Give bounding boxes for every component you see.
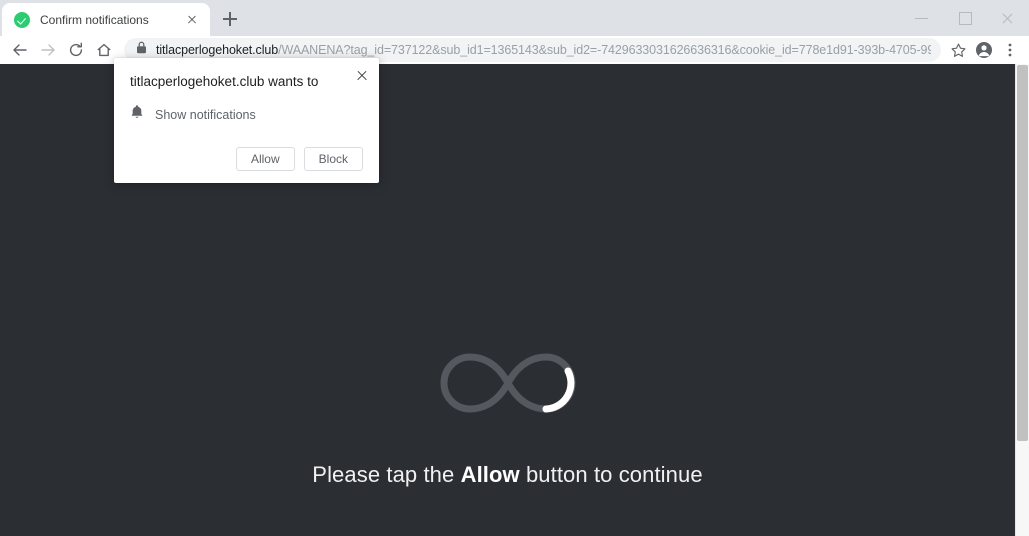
window-controls: [900, 0, 1029, 36]
forward-button[interactable]: [34, 36, 62, 64]
dialog-title: titlacperlogehoket.club wants to: [130, 74, 319, 89]
reload-icon: [69, 42, 83, 57]
toolbar-right-actions: [945, 37, 1023, 63]
close-icon[interactable]: [353, 66, 371, 84]
message-prefix: Please tap the: [312, 462, 461, 487]
maximize-window-button[interactable]: [943, 0, 986, 36]
url-path: /WAANENA?tag_id=737122&sub_id1=1365143&s…: [278, 43, 931, 57]
browser-window: Confirm notifications titlacperlogehoket…: [0, 0, 1029, 536]
close-window-button[interactable]: [986, 0, 1029, 36]
new-tab-button[interactable]: [216, 5, 244, 33]
tab-title: Confirm notifications: [40, 12, 149, 27]
back-arrow-icon: [13, 44, 27, 56]
allow-button[interactable]: Allow: [235, 147, 295, 172]
url-host: titlacperlogehoket.club: [156, 43, 279, 57]
close-tab-icon[interactable]: [182, 10, 202, 30]
url-text: titlacperlogehoket.club/WAANENA?tag_id=7…: [156, 43, 931, 57]
bookmark-star-icon[interactable]: [945, 37, 971, 63]
spinner-container: [0, 347, 1015, 424]
green-check-circle-icon: [14, 11, 30, 28]
bell-icon: [130, 104, 144, 125]
profile-avatar-icon[interactable]: [971, 37, 997, 63]
block-button[interactable]: Block: [303, 147, 363, 172]
dialog-actions: Allow Block: [130, 147, 363, 172]
chrome-menu-icon[interactable]: [997, 37, 1023, 63]
minimize-window-button[interactable]: [900, 0, 943, 36]
tab-strip: Confirm notifications: [0, 0, 1029, 36]
notification-permission-dialog: titlacperlogehoket.club wants to Show no…: [114, 58, 379, 184]
reload-button[interactable]: [62, 36, 90, 64]
permission-label: Show notifications: [155, 107, 256, 122]
forward-arrow-icon: [41, 44, 55, 56]
back-button[interactable]: [6, 36, 34, 64]
home-icon: [97, 43, 111, 57]
message-emphasis-allow: Allow: [460, 462, 520, 487]
permission-row: Show notifications: [130, 104, 363, 125]
scrollbar-thumb[interactable]: [1017, 65, 1028, 441]
page-scrollbar[interactable]: [1015, 64, 1029, 536]
message-suffix: button to continue: [519, 462, 703, 487]
infinity-loading-spinner: [440, 353, 575, 413]
page-message: Please tap the Allow button to continue: [0, 462, 1015, 488]
lock-icon[interactable]: [136, 41, 147, 59]
tab-confirm-notifications[interactable]: Confirm notifications: [2, 3, 210, 36]
